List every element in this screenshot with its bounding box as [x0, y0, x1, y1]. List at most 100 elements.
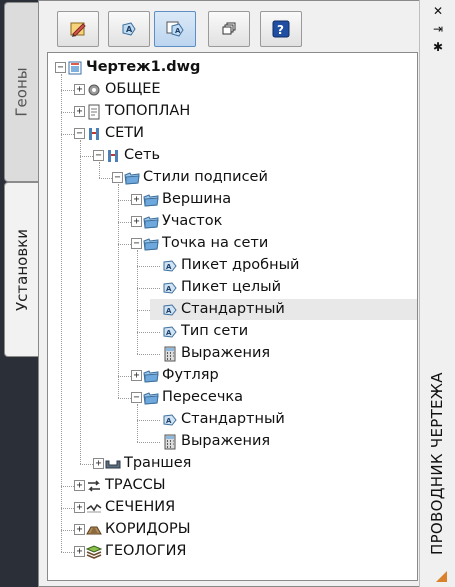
svg-text:A: A: [126, 25, 133, 34]
tree-item[interactable]: + Участок: [131, 211, 417, 232]
expand-toggle[interactable]: +: [74, 546, 85, 557]
close-icon[interactable]: ✕: [431, 4, 445, 18]
folder-icon: [143, 214, 159, 230]
expand-toggle[interactable]: +: [131, 194, 142, 205]
tree-connector: [80, 464, 93, 465]
expand-toggle[interactable]: +: [74, 84, 85, 95]
tree-item-label: ТРАССЫ: [105, 477, 166, 493]
autohide-icon[interactable]: ⇥: [431, 22, 445, 36]
tree-item-label: ГЕОЛОГИЯ: [105, 543, 187, 559]
tree-item[interactable]: − Пересечка: [131, 387, 417, 408]
tree-connector: [61, 90, 74, 91]
collapse-toggle[interactable]: −: [74, 128, 85, 139]
tab-settings[interactable]: Установки: [4, 182, 39, 357]
tree-item-label: СЕЧЕНИЯ: [105, 499, 176, 515]
drawing-icon: [67, 60, 83, 76]
tree-item[interactable]: + ТОПОПЛАН: [74, 101, 417, 122]
svg-text:A: A: [166, 329, 172, 337]
tree-item-label: ОБЩЕЕ: [105, 81, 161, 97]
folder-icon: [143, 192, 159, 208]
edit-settings-button[interactable]: [57, 11, 99, 47]
tree-item[interactable]: + ТРАССЫ: [74, 475, 417, 496]
tree-item[interactable]: + ГЕОЛОГИЯ: [74, 541, 417, 562]
tree-item-label: СЕТИ: [105, 125, 144, 141]
tree-connector: [118, 200, 131, 201]
label-style-icon: A: [122, 22, 136, 36]
tree-item[interactable]: + КОРИДОРЫ: [74, 519, 417, 540]
tree-connector: [61, 508, 74, 509]
collapse-toggle[interactable]: −: [55, 62, 66, 73]
tree-item[interactable]: − Чертеж1.dwg: [55, 57, 417, 78]
folder-icon: [143, 390, 159, 406]
tree-connector: [61, 74, 62, 552]
tree-item-label: Пикет целый: [181, 279, 281, 295]
tree-item[interactable]: Выражения: [150, 431, 417, 452]
drawing-explorer-tree[interactable]: − Чертеж1.dwg + ОБЩЕЕ + ТОПОПЛАН − СЕТИ − Сеть − Ст…: [47, 52, 418, 581]
expand-toggle[interactable]: +: [74, 524, 85, 535]
resize-grip-icon[interactable]: [434, 569, 448, 583]
geology-icon: [85, 544, 103, 560]
tree-item-label: Тип сети: [181, 323, 249, 339]
tree-item[interactable]: − Точка на сети: [131, 233, 417, 254]
expand-toggle[interactable]: +: [131, 370, 142, 381]
tree-item-label: Траншея: [124, 455, 192, 471]
tab-geons[interactable]: Геоны: [4, 2, 39, 182]
collapse-toggle[interactable]: −: [93, 150, 104, 161]
calculator-icon: [162, 434, 178, 450]
tree-connector: [61, 552, 74, 553]
properties-icon[interactable]: ✱: [431, 40, 445, 54]
expand-toggle[interactable]: +: [131, 216, 142, 227]
copy-windows-icon: [222, 22, 236, 35]
gear-icon: [86, 82, 102, 98]
expand-toggle[interactable]: +: [74, 106, 85, 117]
folder-icon: [124, 170, 140, 186]
tree-item[interactable]: + Траншея: [93, 453, 417, 474]
help-button[interactable]: ?: [260, 11, 302, 47]
label-style-icon: A: [162, 412, 178, 428]
tree-item[interactable]: + СЕЧЕНИЯ: [74, 497, 417, 518]
expand-toggle[interactable]: +: [74, 502, 85, 513]
tree-item[interactable]: A Стандартный: [150, 299, 417, 320]
tree-item[interactable]: − Сеть: [93, 145, 417, 166]
tree-item[interactable]: A Стандартный: [150, 409, 417, 430]
tree-item[interactable]: + Вершина: [131, 189, 417, 210]
edit-label-style-button[interactable]: A: [108, 11, 150, 47]
tree-item[interactable]: + ОБЩЕЕ: [74, 79, 417, 100]
calculator-icon: [162, 346, 178, 362]
pencil-drawing-icon: [70, 22, 86, 37]
label-style-icon: A: [162, 280, 178, 296]
svg-text:A: A: [166, 263, 172, 271]
tree-connector: [61, 134, 74, 135]
tree-item-label: Сеть: [124, 147, 161, 163]
expand-toggle[interactable]: +: [93, 458, 104, 469]
tree-item[interactable]: − Стили подписей: [112, 167, 417, 188]
toolbar: A A ?: [39, 1, 420, 49]
label-style-icon: A: [162, 258, 178, 274]
tree-item-label: Стандартный: [181, 411, 285, 427]
tree-item[interactable]: Выражения: [150, 343, 417, 364]
tree-item-label: Стили подписей: [143, 169, 268, 185]
svg-text:A: A: [166, 417, 172, 425]
tree-item-label: Пересечка: [162, 389, 244, 405]
svg-text:A: A: [175, 27, 181, 35]
tree-item[interactable]: A Пикет дробный: [150, 255, 417, 276]
label-style-icon: A: [162, 324, 178, 340]
copy-style-button[interactable]: [208, 11, 250, 47]
expand-toggle[interactable]: +: [74, 480, 85, 491]
palette-title-bar: ✕ ⇥ ✱ ПРОВОДНИК ЧЕРТЕЖА: [419, 0, 455, 587]
folder-icon: [143, 236, 159, 252]
collapse-toggle[interactable]: −: [131, 238, 142, 249]
tree-item[interactable]: A Тип сети: [150, 321, 417, 342]
label-style-icon: A: [162, 302, 178, 318]
tree-item-label: Футляр: [162, 367, 219, 383]
collapse-toggle[interactable]: −: [112, 172, 123, 183]
tree-connector: [118, 184, 119, 398]
tree-item[interactable]: A Пикет целый: [150, 277, 417, 298]
topoplan-icon: [86, 104, 102, 120]
collapse-toggle[interactable]: −: [131, 392, 142, 403]
help-icon: ?: [272, 20, 290, 38]
svg-text:A: A: [166, 307, 172, 315]
tree-item[interactable]: − СЕТИ: [74, 123, 417, 144]
tree-item[interactable]: + Футляр: [131, 365, 417, 386]
label-style-tree-button[interactable]: A: [154, 11, 196, 47]
